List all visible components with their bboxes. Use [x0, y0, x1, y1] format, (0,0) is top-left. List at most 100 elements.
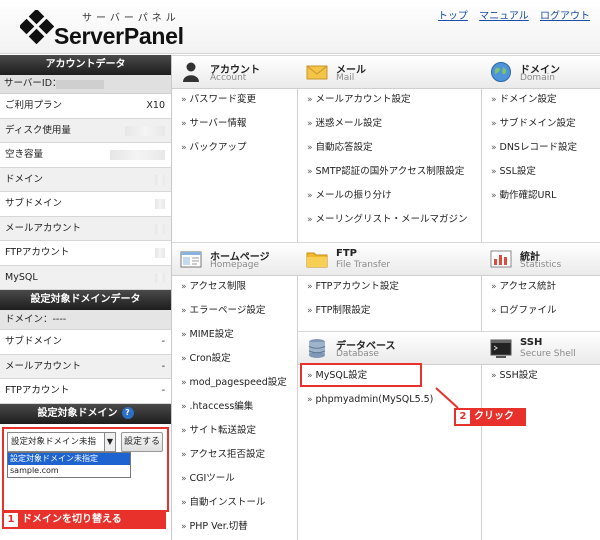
mail-icon [306, 65, 328, 80]
item-spam[interactable]: 迷惑メール設定 [298, 112, 383, 136]
free-space-row: 空き容量 [0, 143, 171, 168]
item-auto-install[interactable]: 自動インストール [172, 491, 266, 515]
item-log-file[interactable]: ログファイル [482, 299, 557, 323]
item-domain-settings[interactable]: ドメイン設定 [482, 88, 557, 112]
item-access-stats[interactable]: アクセス統計 [482, 275, 557, 299]
server-id-redacted [56, 80, 104, 89]
domain-subdomain-label: サブドメイン [5, 336, 63, 347]
item-backup[interactable]: バックアップ [172, 136, 247, 160]
link-top[interactable]: トップ [438, 11, 468, 22]
section-account-header: アカウント Account [172, 55, 298, 89]
item-ssh-settings[interactable]: SSH設定 [482, 364, 538, 388]
domain-mail-value: - [161, 360, 165, 372]
item-pagespeed[interactable]: mod_pagespeed設定 [172, 371, 287, 395]
item-autoreply[interactable]: 自動応答設定 [298, 136, 373, 160]
server-id-label: サーバーID： [4, 78, 62, 89]
section-stats-sub: Statistics [520, 260, 562, 270]
disk-usage-row: ディスク使用量 [0, 118, 171, 143]
item-check-url[interactable]: 動作確認URL [482, 184, 557, 208]
mail-account-count-label: メールアカウント [5, 222, 82, 234]
item-ssl[interactable]: SSL設定 [482, 160, 536, 184]
domain-count-row: ドメイン [0, 167, 171, 192]
link-manual[interactable]: マニュアル [479, 11, 529, 22]
chart-icon [490, 250, 512, 268]
ftp-account-count-redacted [155, 248, 165, 258]
callout-2-number: 2 [456, 410, 470, 424]
free-space-redacted [110, 150, 165, 160]
ftp-account-count-label: FTPアカウント [5, 247, 70, 258]
menu-grid: アカウント Account パスワード変更 サーバー情報 バックアップ メール … [172, 55, 600, 540]
terminal-icon [490, 339, 512, 358]
callout-1-number: 1 [4, 513, 18, 527]
item-access-deny[interactable]: アクセス拒否設定 [172, 443, 266, 467]
mysql-count-row: MySQL [0, 265, 171, 290]
item-dns[interactable]: DNSレコード設定 [482, 136, 577, 160]
link-logout[interactable]: ログアウト [540, 11, 590, 22]
mail-account-count-redacted [155, 223, 165, 234]
item-password[interactable]: パスワード変更 [172, 88, 257, 112]
section-homepage-sub: Homepage [210, 260, 260, 270]
account-data-heading: アカウントデータ [0, 55, 171, 75]
domain-subdomain-row: サブドメイン - [0, 330, 171, 355]
free-space-label: 空き容量 [5, 149, 44, 160]
section-domain-sub: Domain [520, 73, 555, 83]
item-subdomain-settings[interactable]: サブドメイン設定 [482, 112, 576, 136]
logo-subtitle: サーバーパネル [82, 13, 180, 24]
item-cron[interactable]: Cron設定 [172, 347, 231, 371]
item-php-version[interactable]: PHP Ver.切替 [172, 515, 248, 539]
domain-count-label: ドメイン [5, 173, 44, 185]
item-ftp-restrict[interactable]: FTP制限設定 [298, 299, 371, 323]
logo-title: ServerPanel [54, 23, 184, 49]
item-smtp-restrict[interactable]: SMTP認証の国外アクセス制限設定 [298, 160, 465, 184]
item-access-restrict[interactable]: アクセス制限 [172, 275, 247, 299]
domain-select-area: 設定対象ドメイン未指定 ▼ 設定する 設定対象ドメイン未指定 sample.co… [0, 424, 171, 512]
target-domain-label: ドメイン：---- [5, 314, 67, 325]
item-error-page[interactable]: エラーページ設定 [172, 299, 266, 323]
section-domain-header: ドメイン Domain [482, 55, 600, 89]
section-ftp-sub: File Transfer [336, 260, 391, 270]
item-cgi[interactable]: CGIツール [172, 467, 235, 491]
select-highlight-box [2, 426, 169, 512]
item-mailing-list[interactable]: メーリングリスト・メールマガジン [298, 208, 468, 232]
item-phpmyadmin[interactable]: phpmyadmin(MySQL5.5) [298, 388, 434, 412]
subdomain-count-label: サブドメイン [5, 198, 63, 209]
plan-row: ご利用プラン X10 [0, 94, 171, 119]
item-mime[interactable]: MIME設定 [172, 323, 234, 347]
mysql-count-label: MySQL [5, 271, 38, 283]
callout-2-text: クリック [474, 411, 514, 422]
section-ftp-title: FTP [336, 248, 357, 259]
item-mail-filter[interactable]: メールの振り分け [298, 184, 392, 208]
plan-value: X10 [146, 100, 165, 111]
callout-switch-domain: 1 ドメインを切り替える [2, 511, 166, 529]
domain-ftp-label: FTPアカウント [5, 385, 70, 396]
section-stats-header: 統計 Statistics [482, 242, 600, 276]
disk-usage-label: ディスク使用量 [5, 124, 71, 136]
section-database-header: データベース Database [298, 331, 482, 365]
domain-mail-row: メールアカウント - [0, 354, 171, 379]
item-htaccess[interactable]: .htaccess編集 [172, 395, 254, 419]
logo[interactable]: サーバーパネル ServerPanel [20, 8, 195, 50]
callout-click: 2 クリック [454, 408, 526, 426]
domain-mail-label: メールアカウント [5, 360, 82, 372]
disk-usage-redacted [125, 125, 165, 136]
subdomain-count-row: サブドメイン [0, 192, 171, 217]
section-mail-header: メール Mail [298, 55, 482, 89]
mysql-highlight-box [300, 363, 422, 387]
section-ssh-title: SSH [520, 337, 543, 348]
domain-subdomain-value: - [161, 336, 165, 347]
section-homepage-header: ホームページ Homepage [172, 242, 298, 276]
domain-ftp-row: FTPアカウント - [0, 379, 171, 404]
item-server-info[interactable]: サーバー情報 [172, 112, 247, 136]
plan-label: ご利用プラン [5, 100, 63, 111]
database-icon [308, 339, 326, 358]
section-ftp-header: FTP File Transfer [298, 242, 482, 276]
globe-icon [491, 62, 511, 82]
item-mail-account[interactable]: メールアカウント設定 [298, 88, 411, 112]
item-redirect[interactable]: サイト転送設定 [172, 419, 257, 443]
target-domain-row: ドメイン：---- [0, 310, 171, 330]
folder-icon [306, 252, 328, 268]
domain-ftp-value: - [161, 385, 165, 396]
domain-data-heading: 設定対象ドメインデータ [0, 290, 171, 310]
item-ftp-account[interactable]: FTPアカウント設定 [298, 275, 399, 299]
help-icon[interactable]: ? [121, 406, 134, 419]
